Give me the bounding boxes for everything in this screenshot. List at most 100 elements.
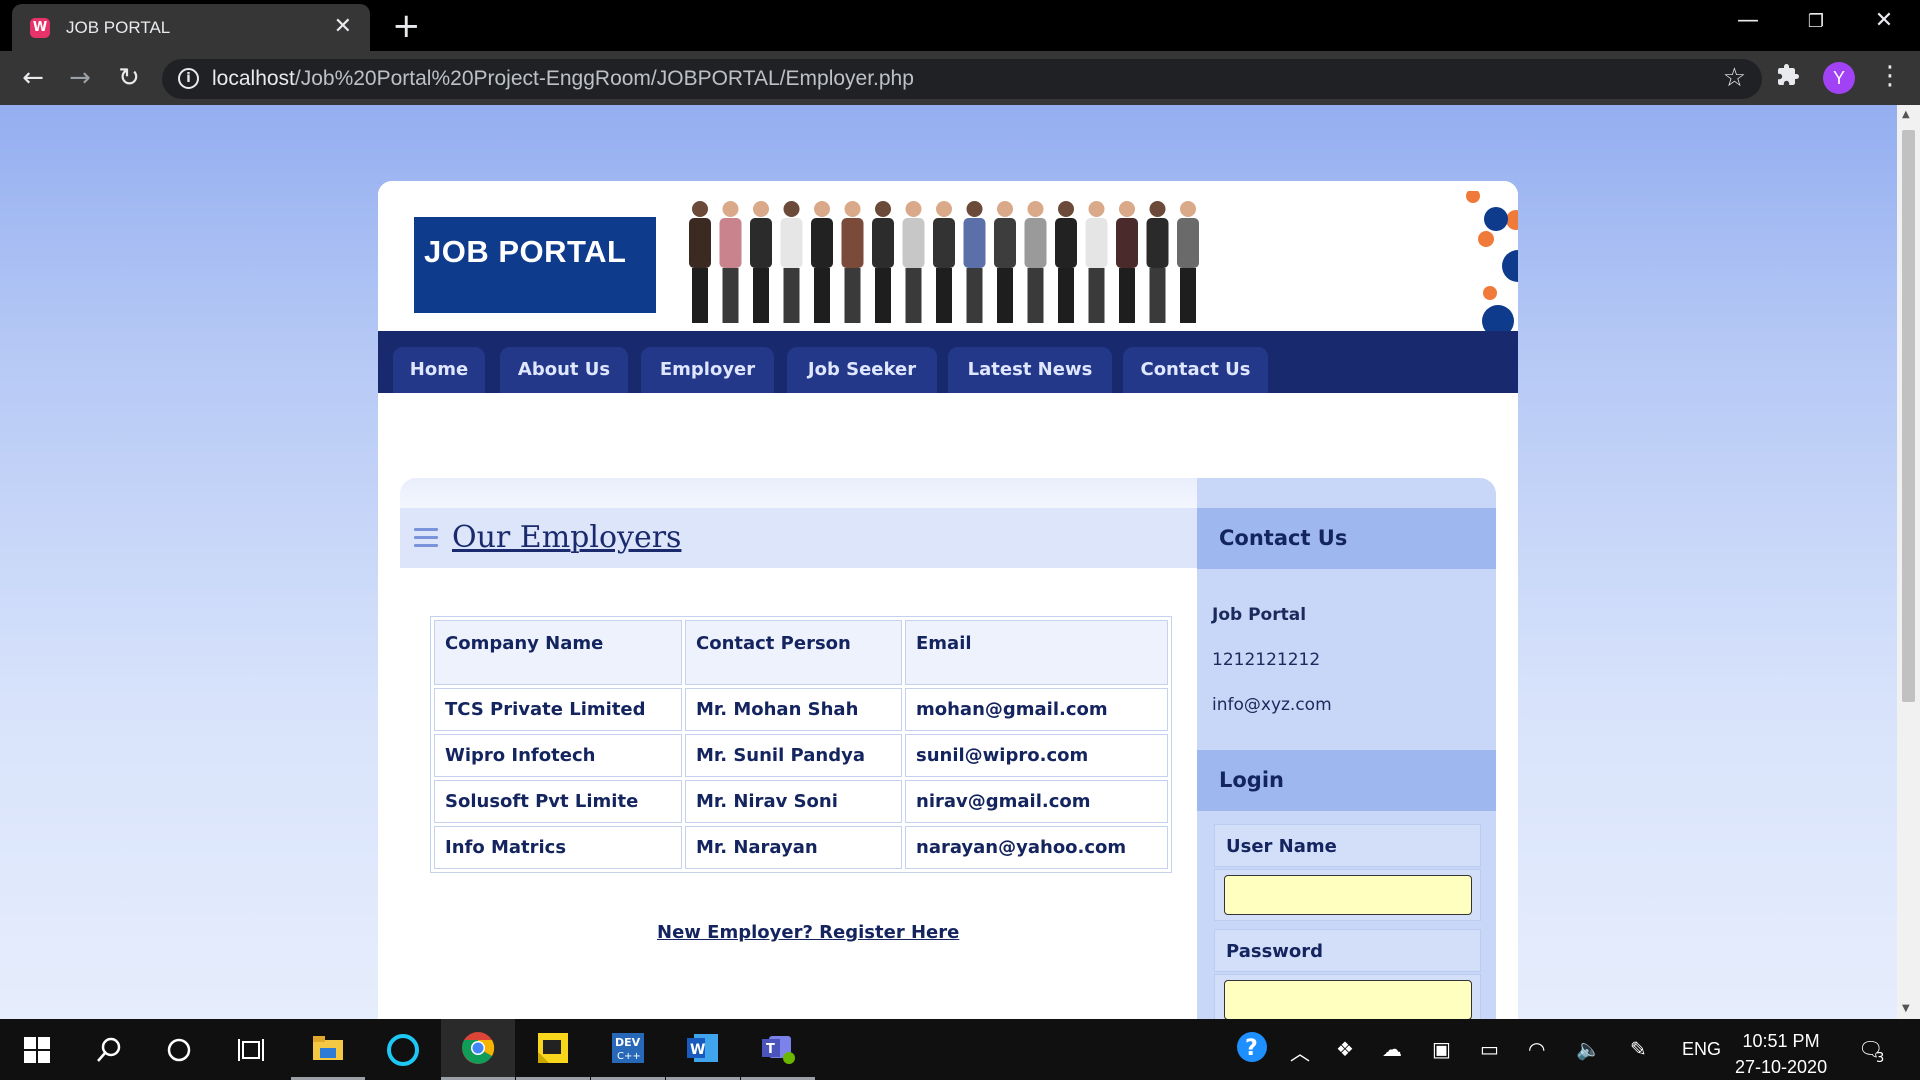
word-icon[interactable]: W	[666, 1019, 740, 1080]
column-header: Contact Person	[685, 620, 902, 685]
task-view-icon[interactable]	[214, 1019, 288, 1080]
email-cell: sunil@wipro.com	[905, 734, 1168, 777]
person-figure	[1146, 201, 1169, 323]
sticky-notes-icon[interactable]	[516, 1019, 590, 1080]
nav-home[interactable]: Home	[393, 347, 485, 393]
table-row: Wipro Infotech Mr. Sunil Pandya sunil@wi…	[434, 734, 1168, 777]
clock[interactable]: 10:51 PM 27-10-2020	[1735, 1028, 1827, 1080]
wifi-icon[interactable]: ◠	[1528, 1037, 1545, 1061]
windows-start-icon[interactable]	[0, 1019, 74, 1080]
column-header: Email	[905, 620, 1168, 685]
person-figure	[811, 201, 833, 323]
teams-icon[interactable]: T	[741, 1019, 815, 1080]
site-info-icon[interactable]: i	[178, 68, 199, 89]
username-label: User Name	[1214, 824, 1481, 867]
search-icon[interactable]	[72, 1019, 146, 1080]
site-favicon-icon: W	[30, 18, 50, 38]
person-figure	[994, 201, 1016, 323]
nav-job-seeker[interactable]: Job Seeker	[787, 347, 937, 393]
restore-icon[interactable]: ❐	[1796, 11, 1836, 32]
svg-text:W: W	[690, 1042, 705, 1058]
address-bar[interactable]: i localhost/Job%20Portal%20Project-EnggR…	[162, 59, 1762, 99]
help-icon[interactable]: ?	[1236, 1031, 1268, 1068]
person-figure	[780, 201, 803, 323]
person-figure	[719, 201, 742, 323]
extensions-puzzle-icon[interactable]	[1776, 63, 1800, 93]
close-tab-icon[interactable]: ✕	[334, 14, 352, 39]
profile-avatar[interactable]: Y	[1823, 62, 1855, 94]
browser-tab[interactable]: W JOB PORTAL ✕	[12, 4, 370, 51]
contact-person-cell: Mr. Mohan Shah	[685, 688, 902, 731]
header-banner-people-image	[689, 191, 1518, 331]
company-name-cell: Info Matrics	[434, 826, 682, 869]
forward-icon[interactable]: →	[63, 63, 97, 93]
language-indicator[interactable]: ENG	[1682, 1039, 1721, 1060]
url-text[interactable]: localhost/Job%20Portal%20Project-EnggRoo…	[212, 67, 914, 91]
contact-email: info@xyz.com	[1212, 695, 1332, 715]
password-input[interactable]	[1224, 980, 1472, 1019]
content-title-bar: Our Employers	[400, 508, 1197, 568]
minimize-icon[interactable]: —	[1728, 8, 1768, 33]
person-figure	[902, 201, 925, 323]
person-figure	[841, 201, 864, 323]
table-row: Info Matrics Mr. Narayan narayan@yahoo.c…	[434, 826, 1168, 869]
clock-time: 10:51 PM	[1742, 1031, 1820, 1051]
company-name-cell: TCS Private Limited	[434, 688, 682, 731]
browser-tab-bar: W JOB PORTAL ✕ + — ❐ ✕	[0, 0, 1920, 51]
scrollbar-thumb[interactable]	[1902, 130, 1915, 702]
onedrive-cloud-icon[interactable]: ☁	[1382, 1037, 1402, 1061]
table-row: TCS Private Limited Mr. Mohan Shah mohan…	[434, 688, 1168, 731]
cortana-icon[interactable]	[142, 1019, 216, 1080]
username-input[interactable]	[1224, 875, 1472, 915]
nav-employer[interactable]: Employer	[641, 347, 774, 393]
volume-icon[interactable]: 🔈	[1576, 1037, 1601, 1061]
person-figure	[1024, 201, 1047, 323]
company-name-cell: Wipro Infotech	[434, 734, 682, 777]
dev-cpp-icon[interactable]: DEV C++	[591, 1019, 665, 1080]
contact-person-cell: Mr. Nirav Soni	[685, 780, 902, 823]
nav-about-us[interactable]: About Us	[500, 347, 628, 393]
show-hidden-icons-chevron-icon[interactable]: ︿	[1290, 1037, 1310, 1066]
dropbox-icon[interactable]: ❖	[1336, 1037, 1354, 1061]
page-viewport: JOB PORTAL Home About Us Employer Job Se…	[0, 105, 1897, 1019]
person-figure	[1116, 201, 1138, 323]
pen-icon[interactable]: ✎	[1630, 1037, 1647, 1061]
login-heading: Login	[1197, 750, 1496, 811]
people-silhouettes	[689, 201, 1199, 323]
new-tab-button[interactable]: +	[392, 6, 421, 46]
register-employer-link[interactable]: New Employer? Register Here	[657, 922, 959, 943]
table-header-row: Company Name Contact Person Email	[434, 620, 1168, 685]
window-close-icon[interactable]: ✕	[1864, 8, 1904, 33]
person-figure	[750, 201, 772, 323]
person-figure	[1055, 201, 1077, 323]
update-icon[interactable]: ▣	[1432, 1037, 1451, 1061]
contact-phone: 1212121212	[1212, 650, 1321, 670]
person-figure	[689, 201, 711, 323]
decorative-dots	[1466, 191, 1518, 331]
site-logo[interactable]: JOB PORTAL	[414, 217, 656, 313]
employers-table: Company Name Contact Person Email TCS Pr…	[430, 616, 1172, 873]
file-explorer-icon[interactable]	[291, 1019, 365, 1080]
column-header: Company Name	[434, 620, 682, 685]
contact-heading: Contact Us	[1197, 508, 1496, 569]
reload-icon[interactable]: ↻	[112, 63, 146, 93]
browser-menu-icon[interactable]: ⋮	[1877, 61, 1903, 91]
main-navigation: Home About Us Employer Job Seeker Latest…	[378, 331, 1518, 393]
scroll-up-arrow-icon[interactable]: ▲	[1902, 109, 1910, 120]
person-figure	[1085, 201, 1108, 323]
nav-contact-us[interactable]: Contact Us	[1123, 347, 1268, 393]
email-cell: nirav@gmail.com	[905, 780, 1168, 823]
person-figure	[933, 201, 955, 323]
chrome-icon[interactable]	[441, 1019, 515, 1080]
bookmark-star-icon[interactable]: ☆	[1723, 63, 1746, 93]
battery-icon[interactable]: ▭	[1480, 1037, 1499, 1061]
page-title[interactable]: Our Employers	[452, 520, 681, 555]
back-icon[interactable]: ←	[16, 63, 50, 93]
scroll-down-arrow-icon[interactable]: ▼	[1902, 1003, 1910, 1014]
browser-toolbar: ← → ↻ i localhost/Job%20Portal%20Project…	[0, 51, 1920, 105]
svg-text:C++: C++	[617, 1051, 641, 1062]
page-scrollbar[interactable]: ▲ ▼	[1897, 105, 1920, 1019]
cortana-ring-icon[interactable]	[366, 1019, 440, 1080]
nav-latest-news[interactable]: Latest News	[948, 347, 1112, 393]
svg-text:?: ?	[1245, 1036, 1258, 1061]
